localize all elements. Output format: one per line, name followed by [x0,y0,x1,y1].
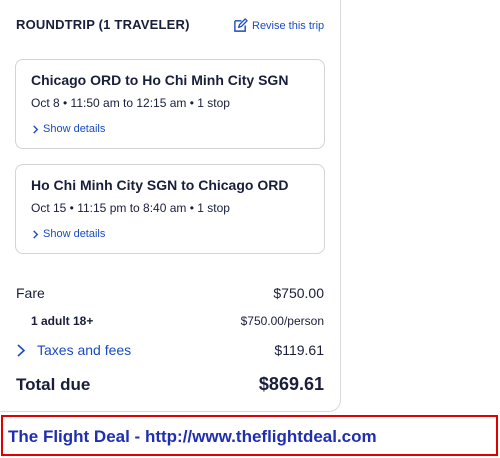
adult-value: $750.00/person [240,314,324,328]
watermark-banner: The Flight Deal - http://www.theflightde… [1,415,498,456]
trip-summary-panel: ROUNDTRIP (1 TRAVELER) Revise this trip … [0,0,341,412]
fare-row: Fare $750.00 [16,285,324,301]
revise-trip-link[interactable]: Revise this trip [233,18,324,33]
fare-label: Fare [16,285,45,301]
flight-schedule: Oct 8 • 11:50 am to 12:15 am • 1 stop [31,96,230,110]
revise-trip-label: Revise this trip [252,19,325,32]
chevron-right-icon [17,343,26,357]
total-value: $869.61 [258,374,324,394]
flight-card-outbound: Chicago ORD to Ho Chi Minh City SGN Oct … [15,59,325,149]
taxes-toggle[interactable]: Taxes and fees [16,342,131,358]
flight-route: Chicago ORD to Ho Chi Minh City SGN [31,72,289,88]
edit-pencil-icon [234,18,248,32]
banner-text: The Flight Deal - http://www.theflightde… [8,427,377,446]
chevron-right-icon [33,229,39,239]
fare-value: $750.00 [273,285,324,301]
taxes-row: Taxes and fees $119.61 [16,342,324,358]
flight-schedule: Oct 15 • 11:15 pm to 8:40 am • 1 stop [31,201,230,215]
show-details-link[interactable]: Show details [31,228,105,240]
chevron-right-icon [33,124,39,134]
adult-label: 1 adult 18+ [31,314,94,328]
flight-route: Ho Chi Minh City SGN to Chicago ORD [31,177,289,193]
taxes-value: $119.61 [274,342,324,358]
show-details-label: Show details [43,228,106,240]
total-label: Total due [16,374,91,394]
total-row: Total due $869.61 [16,374,324,395]
show-details-label: Show details [43,123,106,135]
adult-fare-row: 1 adult 18+ $750.00/person [16,314,324,328]
flight-card-return: Ho Chi Minh City SGN to Chicago ORD Oct … [15,164,325,254]
show-details-link[interactable]: Show details [31,123,105,135]
taxes-label: Taxes and fees [37,342,132,358]
trip-type-heading: ROUNDTRIP (1 TRAVELER) [16,17,190,32]
